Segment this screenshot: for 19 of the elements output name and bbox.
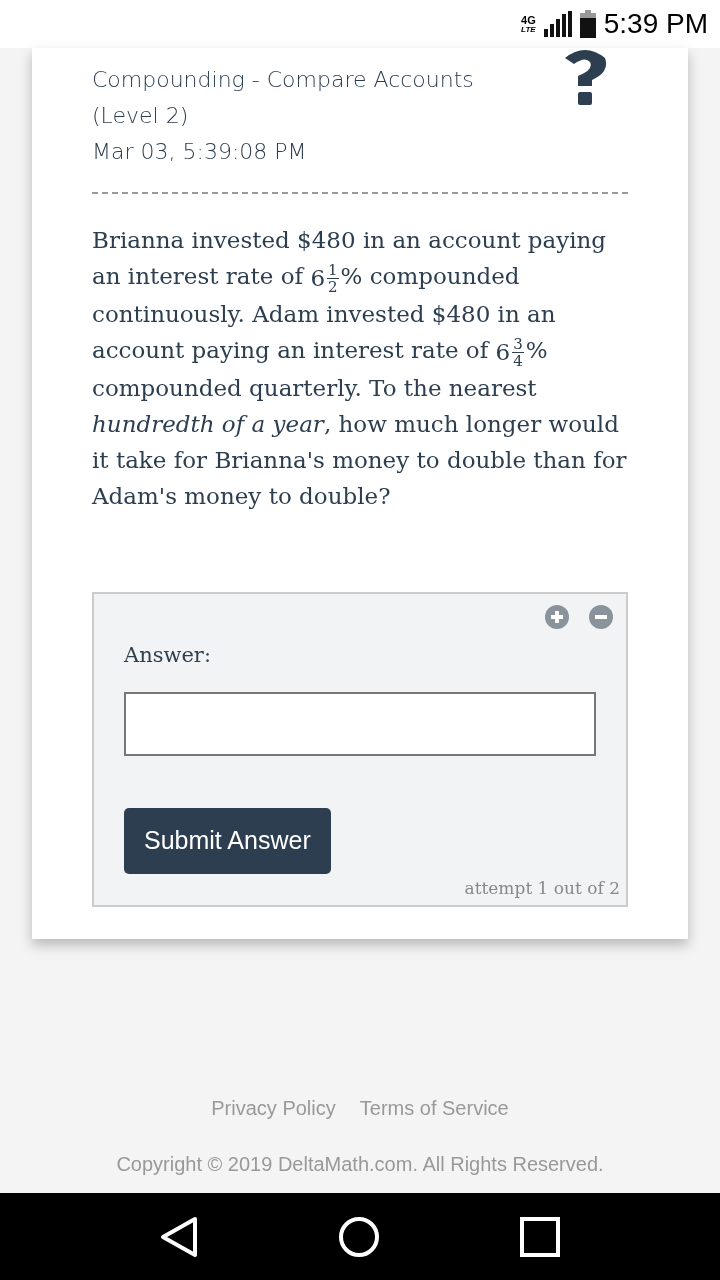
- recents-icon[interactable]: [520, 1216, 560, 1257]
- answer-label: Answer:: [124, 642, 212, 669]
- clock: 5:39 PM: [603, 7, 708, 41]
- zoom-out-icon[interactable]: [588, 604, 614, 630]
- signal-icon: [543, 11, 572, 37]
- footer-link[interactable]: Privacy Policy: [211, 1093, 336, 1123]
- answer-field[interactable]: [124, 691, 596, 756]
- zoom-in-icon[interactable]: [544, 604, 570, 630]
- timestamp: Mar 03, 5:39:08 PM: [92, 138, 308, 166]
- network-indicator: 4G LTE: [521, 14, 536, 34]
- battery-icon: [579, 10, 596, 38]
- footer-link[interactable]: Terms of Service: [359, 1093, 509, 1123]
- submit-button[interactable]: Submit Answer: [124, 807, 331, 874]
- copyright-text: Copyright © 2019 DeltaMath.com. All Rights Reserved.: [116, 1152, 604, 1177]
- assignment-title: Compounding - Compare Accounts: [92, 66, 474, 94]
- home-icon[interactable]: [338, 1215, 380, 1258]
- attempt-counter: attempt 1 out of 2: [464, 876, 620, 900]
- level-label: (Level 2): [92, 102, 190, 130]
- back-icon[interactable]: [160, 1215, 198, 1258]
